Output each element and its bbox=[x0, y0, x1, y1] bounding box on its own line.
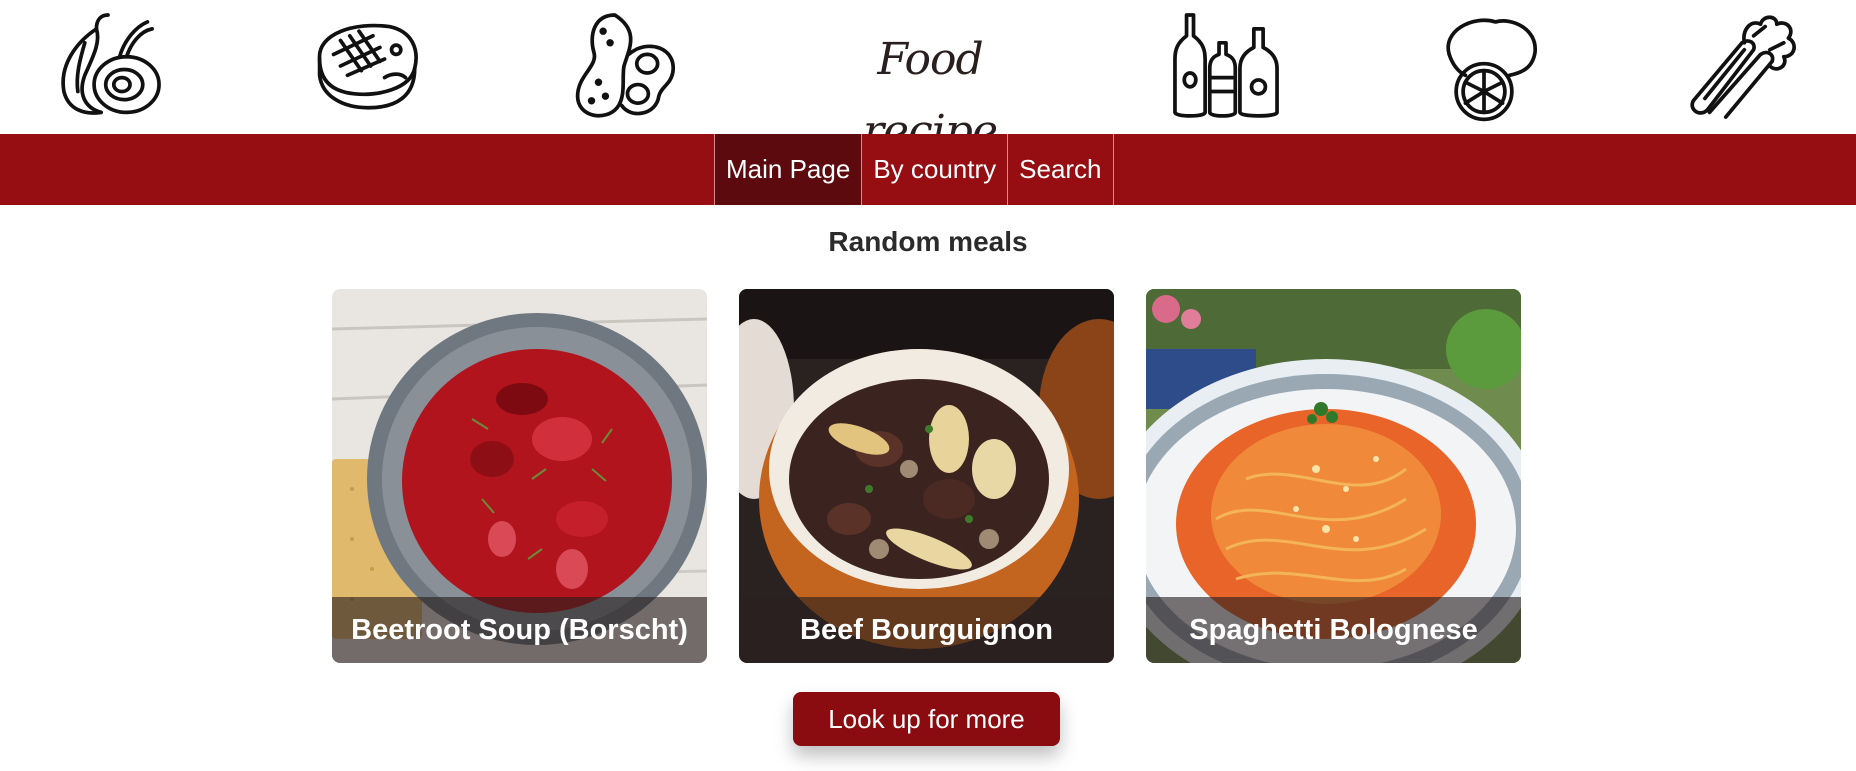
nav-by-country[interactable]: By country bbox=[861, 134, 1007, 205]
meal-name: Beef Bourguignon bbox=[739, 597, 1114, 663]
peanut-icon bbox=[566, 8, 682, 124]
main-nav: Main Page By country Search bbox=[0, 134, 1856, 205]
meal-card-beef-bourguignon[interactable]: Beef Bourguignon bbox=[739, 289, 1114, 663]
steak-icon bbox=[308, 8, 424, 124]
lemon-icon bbox=[1426, 8, 1542, 124]
site-logo[interactable]: Food recipe bbox=[812, 24, 1048, 157]
look-up-more-button[interactable]: Look up for more bbox=[793, 692, 1060, 746]
nav-main-page[interactable]: Main Page bbox=[714, 134, 862, 205]
nav-search[interactable]: Search bbox=[1007, 134, 1114, 205]
condiments-icon bbox=[1168, 8, 1284, 124]
meal-name: Spaghetti Bolognese bbox=[1146, 597, 1521, 663]
meal-card-spaghetti-bolognese[interactable]: Spaghetti Bolognese bbox=[1146, 289, 1521, 663]
meal-card-borscht[interactable]: Beetroot Soup (Borscht) bbox=[332, 289, 707, 663]
onion-icon bbox=[50, 8, 166, 124]
celery-icon bbox=[1684, 8, 1800, 124]
site-header: Food recipe bbox=[0, 0, 1856, 157]
meal-cards: Beetroot Soup (Borscht) Beef Bourguignon bbox=[332, 289, 1521, 663]
meal-name: Beetroot Soup (Borscht) bbox=[332, 597, 707, 663]
section-title: Random meals bbox=[828, 226, 1028, 257]
nav-items: Main Page By country Search bbox=[714, 134, 1114, 205]
